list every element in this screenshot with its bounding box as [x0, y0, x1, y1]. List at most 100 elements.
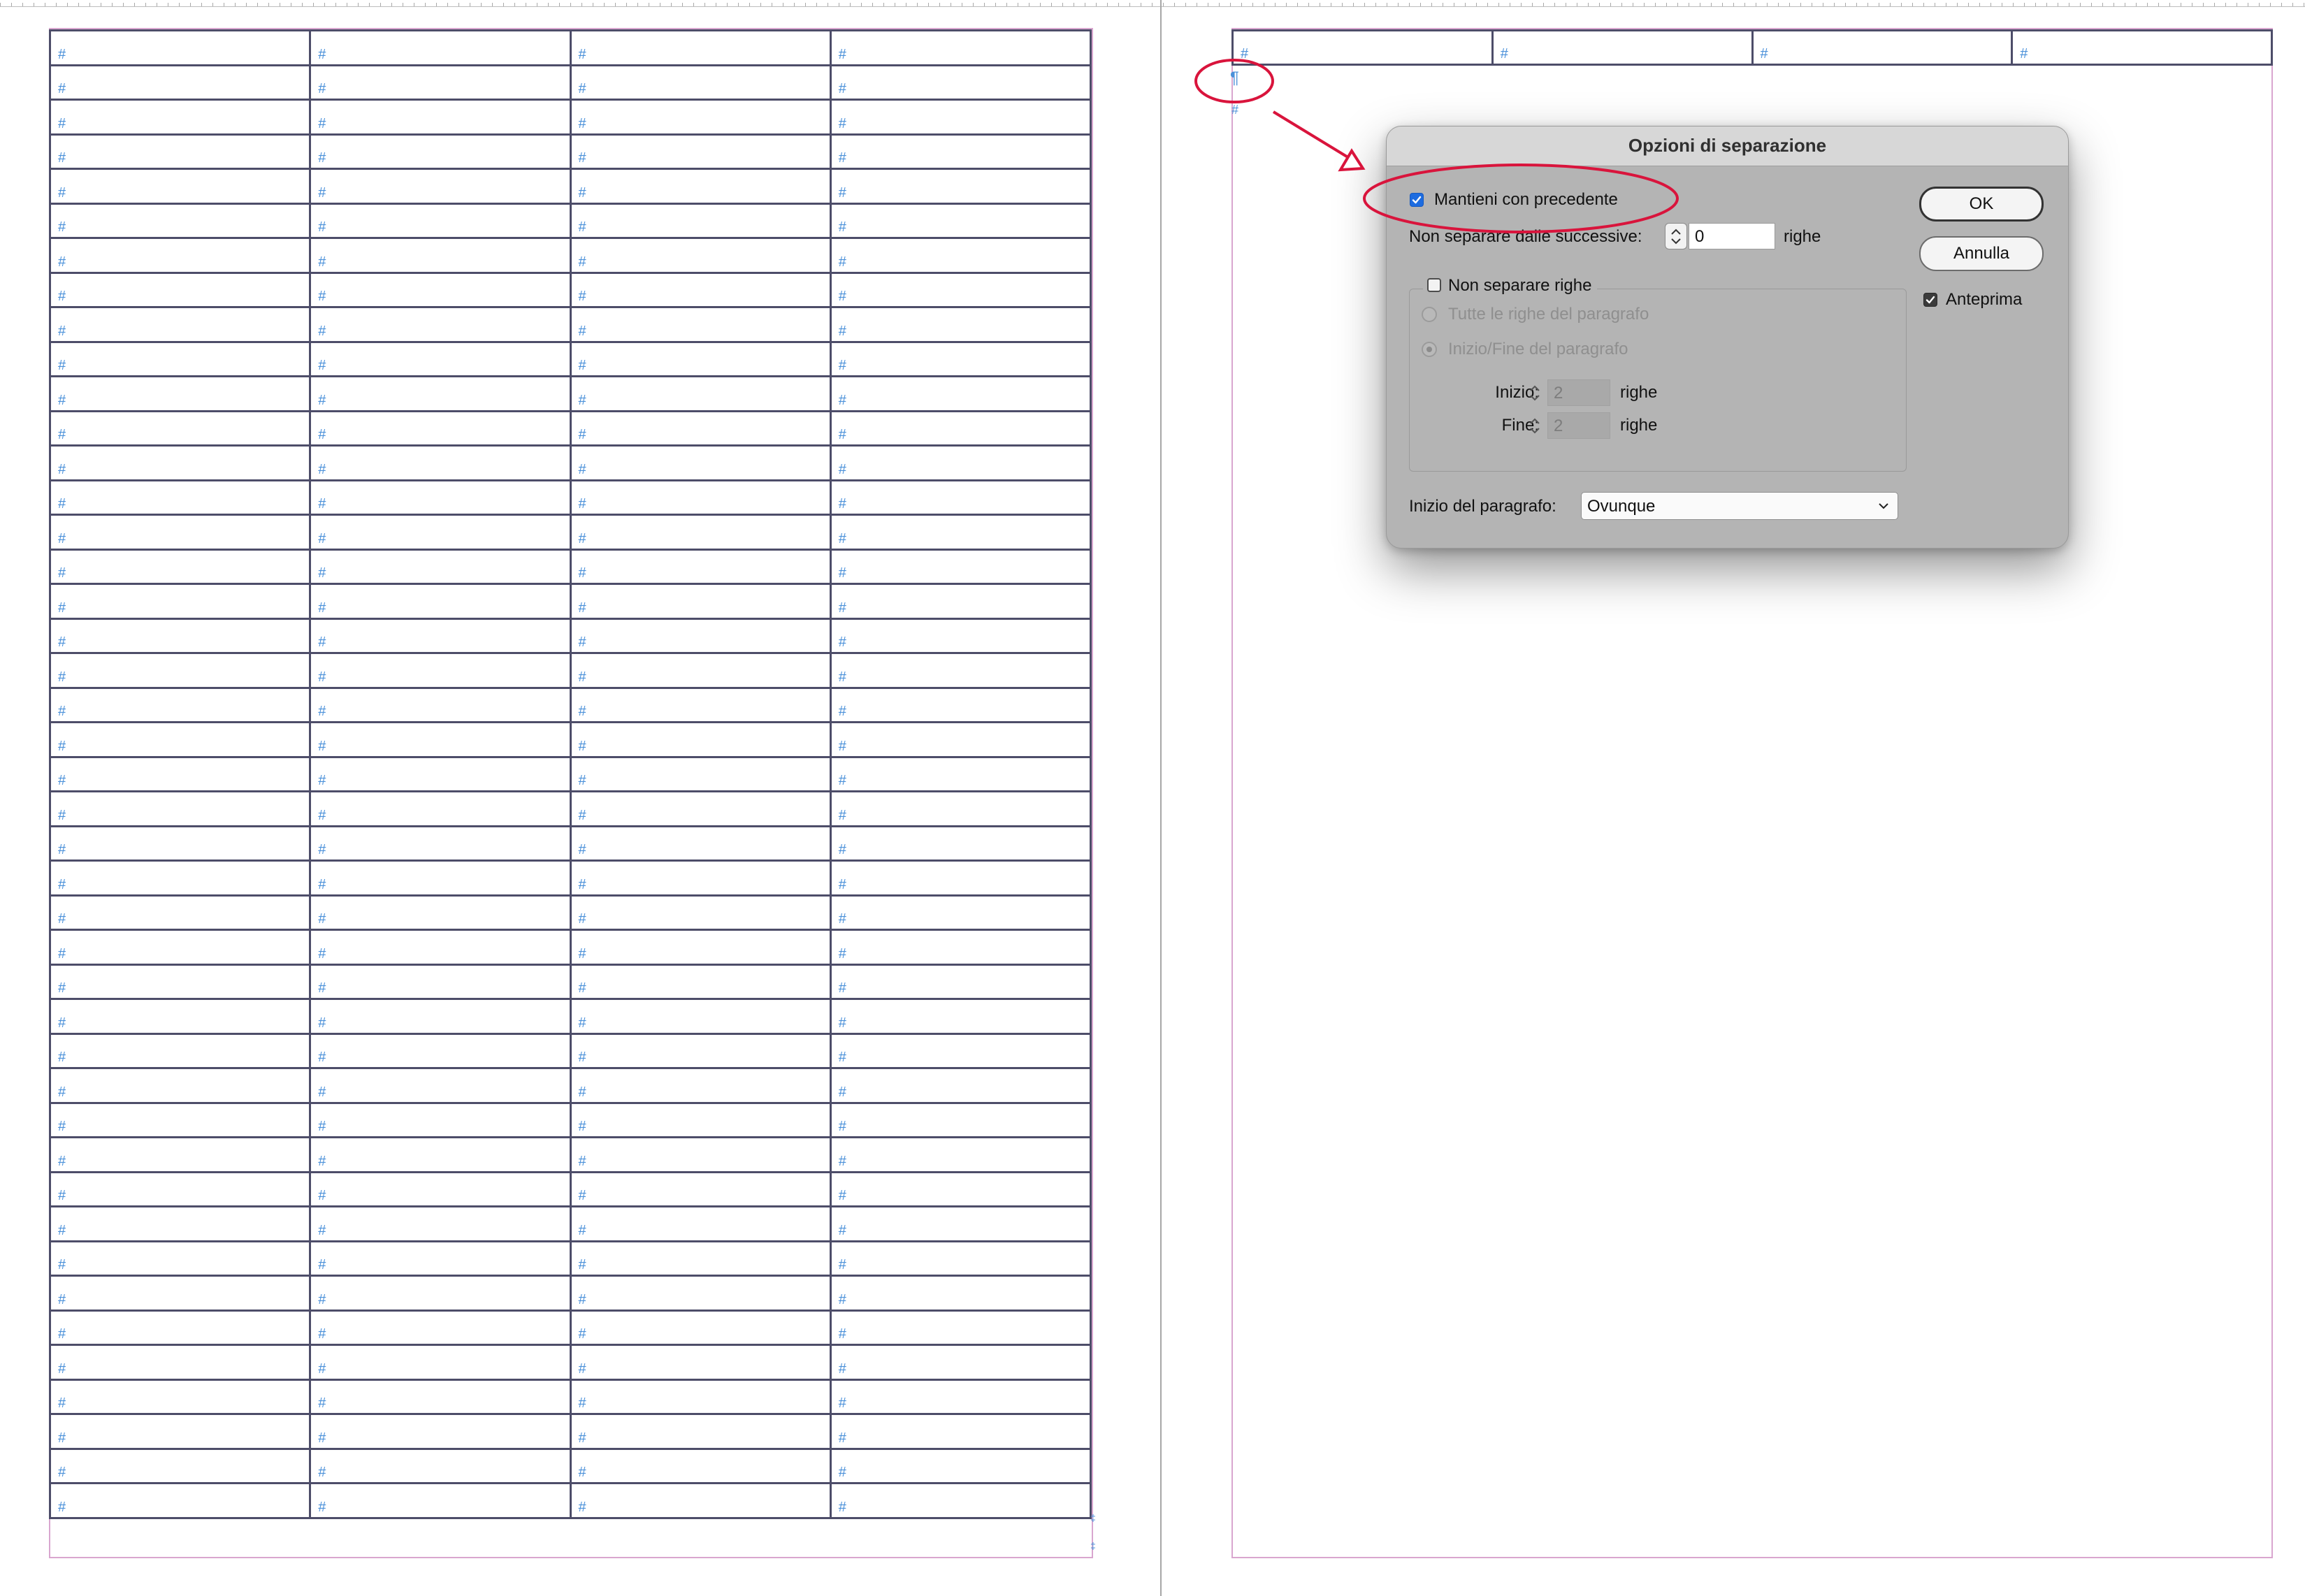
table-cell[interactable]: #	[831, 516, 1092, 551]
table-cell[interactable]: #	[51, 1069, 312, 1104]
table-cell[interactable]: #	[831, 1484, 1092, 1519]
table-cell[interactable]: #	[1493, 31, 1754, 66]
table-cell[interactable]: #	[831, 1173, 1092, 1208]
table-cell[interactable]: #	[311, 1311, 572, 1347]
table-cell[interactable]: #	[51, 342, 312, 378]
table-cell[interactable]: #	[831, 827, 1092, 862]
table-cell[interactable]: #	[311, 792, 572, 827]
table-cell[interactable]: #	[51, 827, 312, 862]
preview-label[interactable]: Anteprima	[1946, 290, 2022, 310]
table-cell[interactable]: #	[311, 827, 572, 862]
table-cell[interactable]: #	[571, 1311, 832, 1347]
table-cell[interactable]: #	[571, 723, 832, 758]
table-cell[interactable]: #	[831, 101, 1092, 136]
table-cell[interactable]: #	[311, 481, 572, 516]
table-cell[interactable]: #	[51, 654, 312, 689]
table-cell[interactable]: #	[571, 585, 832, 620]
table-cell[interactable]: #	[831, 1069, 1092, 1104]
table-cell[interactable]: #	[51, 135, 312, 171]
table-cell[interactable]: #	[571, 342, 832, 378]
keep-lines-together-checkbox[interactable]	[1427, 278, 1441, 292]
table-cell[interactable]: #	[51, 481, 312, 516]
table-cell[interactable]: #	[311, 585, 572, 620]
table-cell[interactable]: #	[831, 1103, 1092, 1139]
table-cell[interactable]: #	[571, 447, 832, 481]
table-cell[interactable]: #	[311, 550, 572, 586]
table-cell[interactable]: #	[51, 1346, 312, 1381]
start-stepper[interactable]	[1524, 379, 1546, 406]
table-cell[interactable]: #	[571, 896, 832, 931]
table-cell[interactable]: #	[311, 1346, 572, 1381]
table-cell[interactable]: #	[571, 377, 832, 412]
keep-lines-together-option[interactable]: Non separare righe	[1423, 276, 1598, 296]
table-cell[interactable]: #	[1234, 31, 1494, 66]
table-cell[interactable]: #	[831, 654, 1092, 689]
table-cell[interactable]: #	[831, 723, 1092, 758]
table-cell[interactable]: #	[831, 1277, 1092, 1312]
table-cell[interactable]: #	[311, 1138, 572, 1173]
table-cell[interactable]: #	[831, 135, 1092, 171]
table-cell[interactable]: #	[831, 757, 1092, 793]
table-cell[interactable]: #	[311, 1034, 572, 1070]
table-cell[interactable]: #	[571, 308, 832, 343]
table-cell[interactable]: #	[831, 377, 1092, 412]
table-cell[interactable]: #	[831, 239, 1092, 274]
table-cell[interactable]: #	[571, 1346, 832, 1381]
table-cell[interactable]: #	[51, 931, 312, 966]
table-cell[interactable]: #	[51, 862, 312, 897]
table-cell[interactable]: #	[51, 1207, 312, 1242]
table-cell[interactable]: #	[51, 239, 312, 274]
table-cell[interactable]: #	[311, 1277, 572, 1312]
table-cell[interactable]: #	[571, 1449, 832, 1485]
table-cell[interactable]: #	[571, 170, 832, 205]
table-cell[interactable]: #	[571, 1138, 832, 1173]
table-cell[interactable]: #	[831, 1242, 1092, 1277]
dialog-title-bar[interactable]: Opzioni di separazione	[1387, 126, 2068, 166]
table-cell[interactable]: #	[51, 1277, 312, 1312]
table-cell[interactable]: #	[571, 412, 832, 447]
table-cell[interactable]: #	[51, 792, 312, 827]
table-cell[interactable]: #	[311, 688, 572, 724]
table-cell[interactable]: #	[311, 204, 572, 240]
table-cell[interactable]: #	[311, 654, 572, 689]
table-cell[interactable]: #	[571, 31, 832, 66]
table-cell[interactable]: #	[311, 1484, 572, 1519]
table-cell[interactable]: #	[311, 170, 572, 205]
table-cell[interactable]: #	[51, 1380, 312, 1416]
table-cell[interactable]: #	[311, 1449, 572, 1485]
table-cell[interactable]: #	[571, 792, 832, 827]
table-cell[interactable]: #	[311, 1103, 572, 1139]
table-cell[interactable]: #	[311, 516, 572, 551]
table-cell[interactable]: #	[571, 862, 832, 897]
table-cell[interactable]: #	[831, 688, 1092, 724]
start-input[interactable]: 2	[1547, 379, 1610, 406]
table-cell[interactable]: #	[571, 1034, 832, 1070]
table-cell[interactable]: #	[831, 862, 1092, 897]
table-cell[interactable]: #	[831, 1207, 1092, 1242]
paragraph-start-select[interactable]: Ovunque	[1581, 492, 1898, 520]
table-cell[interactable]: #	[571, 1069, 832, 1104]
table-cell[interactable]: #	[51, 31, 312, 66]
table-cell[interactable]: #	[51, 170, 312, 205]
table-cell[interactable]: #	[311, 619, 572, 655]
table-cell[interactable]: #	[571, 66, 832, 101]
table-cell[interactable]: #	[51, 204, 312, 240]
table-cell[interactable]: #	[51, 723, 312, 758]
table-cell[interactable]: #	[831, 1380, 1092, 1416]
table-cell[interactable]: #	[311, 239, 572, 274]
table-cell[interactable]: #	[571, 1103, 832, 1139]
table-cell[interactable]: #	[831, 31, 1092, 66]
table-cell[interactable]: #	[831, 1415, 1092, 1450]
table-cell[interactable]: #	[311, 66, 572, 101]
table-cell[interactable]: #	[311, 1242, 572, 1277]
table-cell[interactable]: #	[51, 308, 312, 343]
table-cell[interactable]: #	[311, 757, 572, 793]
table-cell[interactable]: #	[311, 412, 572, 447]
table-cell[interactable]: #	[311, 965, 572, 1001]
table-cell[interactable]: #	[571, 688, 832, 724]
table-cell[interactable]: #	[51, 550, 312, 586]
table-cell[interactable]: #	[51, 965, 312, 1001]
table-cell[interactable]: #	[831, 481, 1092, 516]
table-cell[interactable]: #	[571, 273, 832, 309]
table-cell[interactable]: #	[831, 931, 1092, 966]
